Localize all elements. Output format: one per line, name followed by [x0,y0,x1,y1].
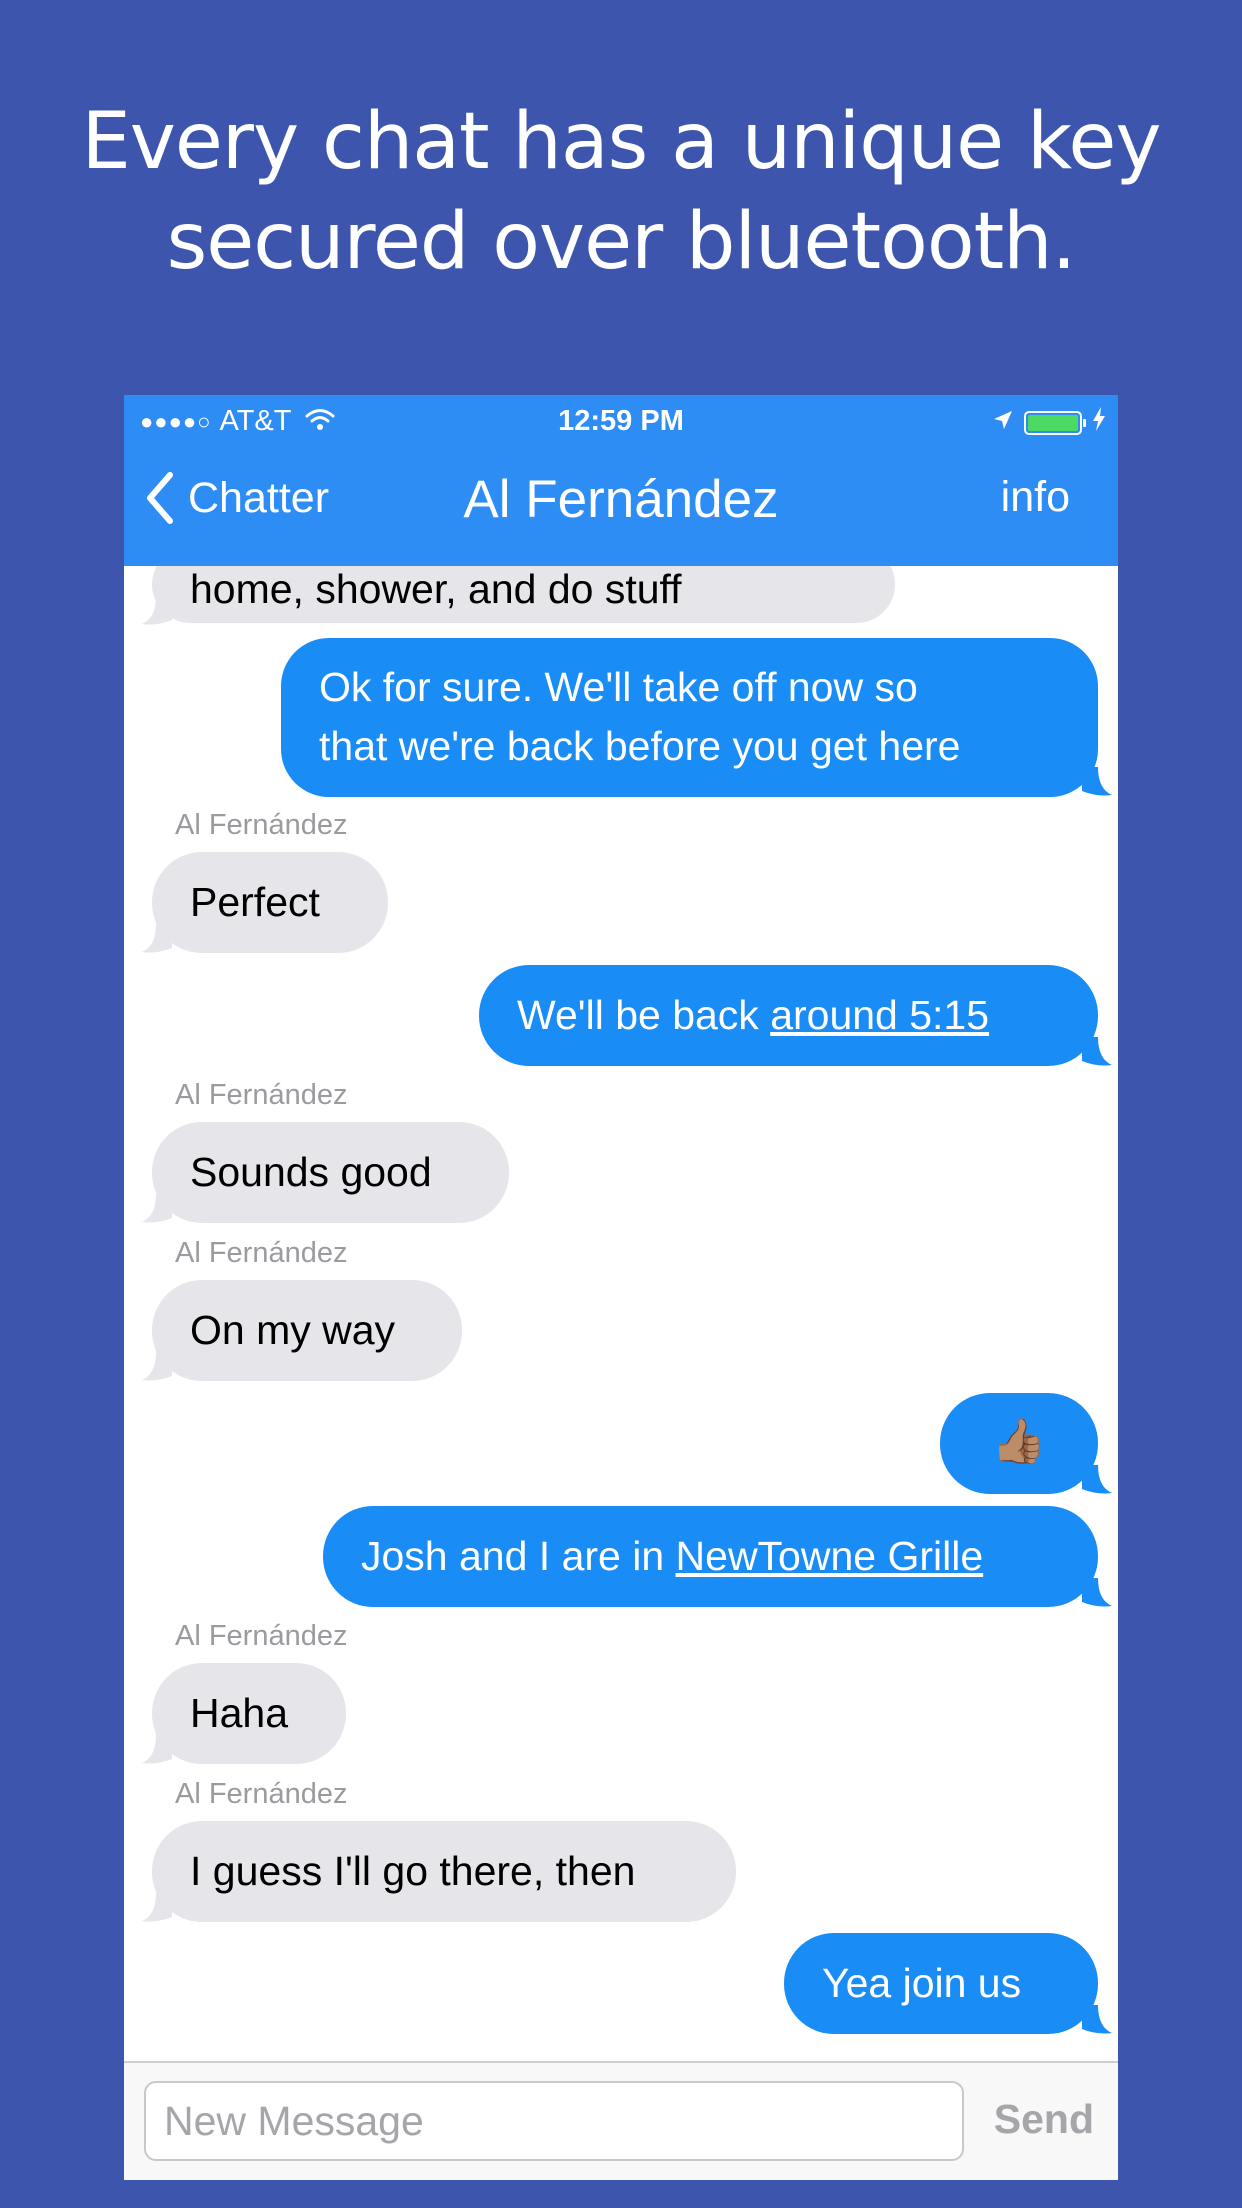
bubble-tail [1082,1465,1112,1494]
incoming-message-bubble: Perfect [152,852,388,953]
sender-name: Al Fernández [175,1079,348,1111]
bubble-tail [1082,1578,1112,1607]
message-text-line-1: Ok for sure. We'll take off now so [319,664,918,710]
status-time: 12:59 PM [558,405,684,437]
bubble-tail [1082,767,1112,796]
phone-screen: ●●●●○ AT&T 12:59 PM Chatter Al Fernández… [124,395,1118,2180]
bubble-tail [142,1352,172,1381]
incoming-message-bubble: home, shower, and do stuff [152,566,895,623]
send-button[interactable]: Send [994,2096,1094,2143]
time-link[interactable]: around 5:15 [770,992,989,1038]
emoji-thumbs-up: 👍🏽 [991,1417,1047,1466]
headline: Every chat has a unique key secured over… [0,92,1242,292]
place-link[interactable]: NewTowne Grille [676,1533,984,1579]
bubble-tail [1082,1037,1112,1066]
back-button[interactable]: Chatter [144,471,329,525]
sender-name: Al Fernández [175,1620,348,1652]
message-composer: Send [124,2061,1118,2180]
navigation-bar: ●●●●○ AT&T 12:59 PM Chatter Al Fernández… [124,395,1118,566]
sender-name: Al Fernández [175,809,348,841]
headline-line-2: secured over bluetooth. [166,197,1077,287]
message-text: I guess I'll go there, then [190,1848,636,1894]
message-text: On my way [190,1307,396,1353]
outgoing-message-bubble: We'll be back around 5:15 [479,965,1098,1066]
info-button[interactable]: info [1001,473,1070,522]
status-bar: ●●●●○ AT&T 12:59 PM [124,395,1118,445]
message-text: Perfect [190,879,320,925]
incoming-message-bubble: Sounds good [152,1122,509,1223]
sender-name: Al Fernández [175,1778,348,1810]
bubble-tail [142,1735,172,1764]
outgoing-message-bubble: Ok for sure. We'll take off now so that … [281,638,1098,797]
message-text: We'll be back [517,992,771,1038]
outgoing-message-bubble: Yea join us [784,1933,1098,2034]
message-text: Yea join us [822,1960,1022,2006]
bubble-tail [1082,2005,1112,2034]
outgoing-message-bubble: 👍🏽 [940,1393,1098,1494]
bubble-tail [142,924,172,953]
headline-line-1: Every chat has a unique key [81,97,1161,187]
message-text: Haha [190,1690,289,1736]
message-thread[interactable]: home, shower, and do stuff Ok for sure. … [124,566,1118,2056]
bubble-tail [142,1194,172,1223]
outgoing-message-bubble: Josh and I are in NewTowne Grille [323,1506,1098,1607]
message-text-line-2: that we're back before you get here [319,723,961,769]
back-chevron-icon [147,472,173,524]
new-message-input[interactable] [144,2081,964,2161]
incoming-message-bubble: I guess I'll go there, then [152,1821,736,1922]
incoming-message-bubble: Haha [152,1663,346,1764]
message-text: Sounds good [190,1149,432,1195]
sender-name: Al Fernández [175,1237,348,1269]
message-text: home, shower, and do stuff [190,566,682,612]
status-right [992,406,1106,439]
bubble-tail [142,596,172,625]
battery-icon [1024,410,1086,435]
location-arrow-icon [992,406,1014,439]
bubble-tail [142,1893,172,1922]
incoming-message-bubble: On my way [152,1280,462,1381]
back-label: Chatter [188,473,330,522]
message-text: Josh and I are in [361,1533,676,1579]
charging-bolt-icon [1092,406,1106,439]
